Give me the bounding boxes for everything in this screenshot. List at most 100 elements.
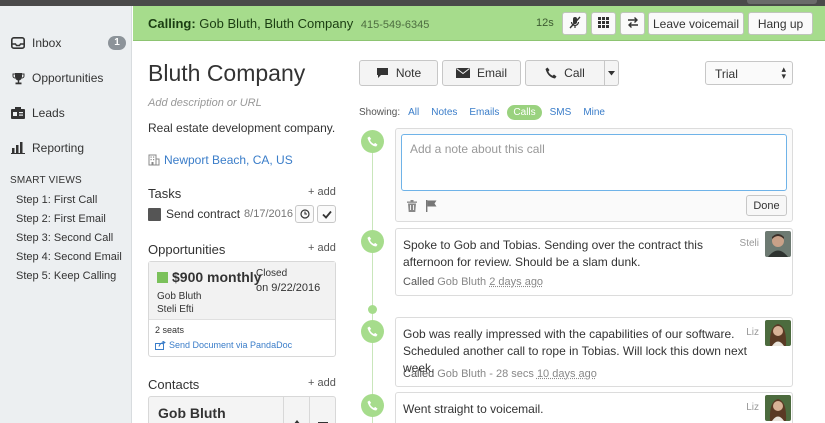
- activity-time[interactable]: 10 days ago: [537, 368, 597, 380]
- flag-icon[interactable]: [426, 200, 437, 212]
- done-button[interactable]: Done: [746, 195, 787, 216]
- timeline-call-marker: [361, 130, 384, 153]
- timeline-call-marker: [361, 320, 384, 343]
- top-bar-button[interactable]: [747, 0, 817, 4]
- hang-up-button[interactable]: Hang up: [748, 12, 813, 35]
- share-icon: [155, 341, 166, 350]
- contact-call-button[interactable]: [283, 397, 309, 423]
- company-description: Real estate development company.: [148, 121, 335, 135]
- activity-entry[interactable]: Spoke to Gob and Tobias. Sending over th…: [395, 228, 793, 296]
- call-options-dropdown[interactable]: [604, 60, 619, 86]
- smart-view-item[interactable]: Step 5: Keep Calling: [16, 270, 116, 282]
- checkmark-icon: [322, 210, 332, 219]
- smart-view-item[interactable]: Step 2: First Email: [16, 213, 106, 225]
- lead-status-value: Trial: [715, 67, 738, 81]
- opportunity-status-date: on 9/22/2016: [256, 281, 320, 295]
- phone-icon: [367, 236, 378, 247]
- task-item[interactable]: Send contract 8/17/2016: [148, 207, 338, 221]
- address-link[interactable]: Newport Beach, CA, US: [148, 153, 293, 167]
- address-text: Newport Beach, CA, US: [164, 153, 293, 167]
- phone-icon: [367, 326, 378, 337]
- lead-status-select[interactable]: Trial ▴ ▾: [705, 61, 793, 85]
- task-date: 8/17/2016: [244, 208, 293, 220]
- task-avatar: [148, 208, 161, 221]
- note-button[interactable]: Note: [359, 60, 438, 86]
- transfer-icon: [627, 17, 639, 31]
- filter-emails[interactable]: Emails: [469, 107, 499, 118]
- call-timer: 12s: [536, 17, 554, 29]
- opportunity-status: Closed on 9/22/2016: [256, 267, 320, 295]
- smart-view-item[interactable]: Step 1: First Call: [16, 194, 97, 206]
- call-button-label: Call: [564, 66, 585, 80]
- calling-phone: 415-549-6345: [361, 19, 430, 31]
- mute-icon: [569, 16, 581, 32]
- task-snooze-button[interactable]: [295, 205, 314, 223]
- sidebar-item-label: Reporting: [32, 141, 84, 155]
- sidebar-item-reporting[interactable]: Reporting: [10, 138, 126, 158]
- showing-label: Showing:: [359, 107, 400, 118]
- trash-icon[interactable]: [407, 200, 417, 212]
- activity-user: Liz: [746, 327, 759, 338]
- call-note-composer: Add a note about this call Done: [395, 128, 793, 222]
- filter-sms[interactable]: SMS: [550, 107, 572, 118]
- smart-view-item[interactable]: Step 4: Second Email: [16, 251, 122, 263]
- opportunity-card[interactable]: $900 monthly Closed on 9/22/2016 Gob Blu…: [148, 261, 336, 357]
- user-avatar: [765, 320, 791, 346]
- opportunity-seats: 2 seats: [155, 325, 184, 335]
- call-note-input[interactable]: Add a note about this call: [401, 134, 787, 191]
- caret-up-icon: [284, 397, 310, 423]
- phone-icon: [367, 400, 378, 411]
- dialpad-icon: [598, 17, 609, 31]
- contact-card[interactable]: Gob Bluth: [148, 396, 336, 423]
- contacts-heading: Contacts: [148, 377, 199, 392]
- transfer-button[interactable]: [620, 12, 645, 35]
- building-icon: [148, 154, 160, 166]
- envelope-icon: [456, 68, 470, 78]
- email-button[interactable]: Email: [442, 60, 521, 86]
- inbox-count-badge: 1: [108, 36, 126, 50]
- timeline-call-marker: [361, 230, 384, 253]
- sidebar-item-label: Opportunities: [32, 71, 103, 85]
- phone-icon: [545, 67, 557, 79]
- opportunities-heading: Opportunities: [148, 242, 225, 257]
- leave-voicemail-button[interactable]: Leave voicemail: [648, 12, 744, 35]
- activity-entry[interactable]: Gob was really impressed with the capabi…: [395, 317, 793, 387]
- dialpad-button[interactable]: [591, 12, 616, 35]
- company-name[interactable]: Bluth Company: [148, 60, 305, 87]
- task-complete-button[interactable]: [317, 205, 336, 223]
- activity-entry[interactable]: Went straight to voicemail. Liz: [395, 392, 793, 423]
- add-opportunity-button[interactable]: + add: [308, 242, 336, 254]
- timeline-divider-dot: [368, 305, 377, 314]
- activity-user: Liz: [746, 402, 759, 413]
- smart-view-item[interactable]: Step 3: Second Call: [16, 232, 113, 244]
- pandadoc-label: Send Document via PandaDoc: [169, 340, 292, 350]
- description-placeholder[interactable]: Add description or URL: [148, 97, 262, 109]
- reporting-icon: [10, 141, 26, 155]
- contact-menu-button[interactable]: [309, 397, 335, 423]
- sidebar-item-leads[interactable]: Leads: [10, 103, 126, 123]
- inbox-icon: [10, 36, 26, 50]
- activity-filters: Showing: All Notes Emails Calls SMS Mine: [359, 105, 617, 120]
- activity-time[interactable]: 2 days ago: [489, 276, 543, 288]
- mute-button[interactable]: [562, 12, 587, 35]
- call-button[interactable]: Call: [525, 60, 605, 86]
- filter-notes[interactable]: Notes: [431, 107, 457, 118]
- opportunity-value: $900 monthly: [157, 269, 261, 285]
- trophy-icon: [10, 71, 26, 85]
- filter-all[interactable]: All: [408, 107, 419, 118]
- add-contact-button[interactable]: + add: [308, 377, 336, 389]
- opportunity-user: Steli Efti: [157, 303, 201, 316]
- opportunity-contact: Gob Bluth: [157, 290, 201, 303]
- status-won-indicator: [157, 272, 168, 283]
- sidebar-item-inbox[interactable]: Inbox 1: [10, 33, 126, 53]
- user-avatar: [765, 231, 791, 257]
- add-task-button[interactable]: + add: [308, 186, 336, 198]
- filter-mine[interactable]: Mine: [583, 107, 605, 118]
- sidebar-item-opportunities[interactable]: Opportunities: [10, 68, 126, 88]
- note-icon: [376, 67, 389, 79]
- pandadoc-link[interactable]: Send Document via PandaDoc: [155, 340, 292, 350]
- activity-text: Went straight to voicemail.: [403, 401, 753, 418]
- phone-icon: [367, 136, 378, 147]
- filter-calls[interactable]: Calls: [507, 105, 541, 120]
- activity-user: Steli: [740, 238, 759, 249]
